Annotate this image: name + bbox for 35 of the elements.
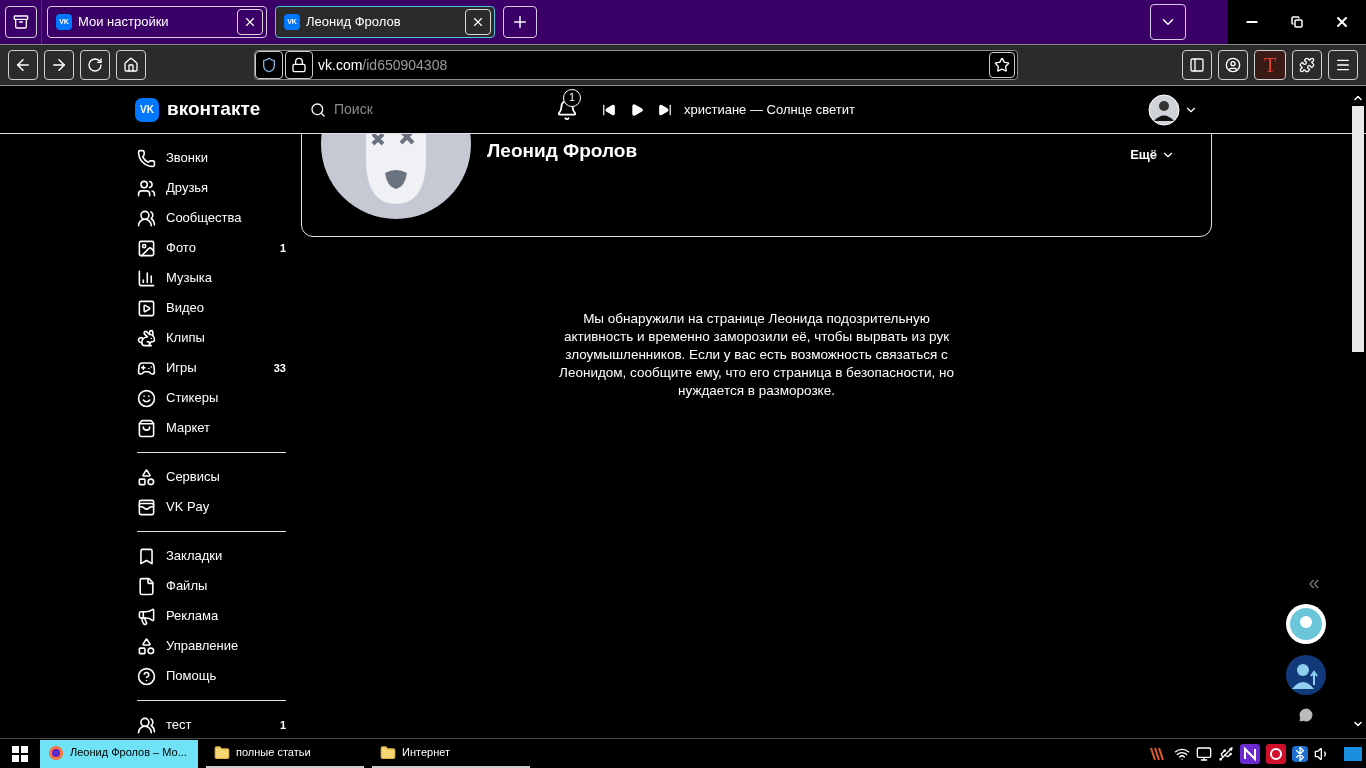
sidebar-item[interactable]: Стикеры	[135, 383, 286, 413]
vk-logo[interactable]: VK	[135, 97, 159, 122]
sidebar-item[interactable]: Игры 33	[135, 353, 286, 383]
taskbar-button[interactable]: Леонид Фролов – Мо...	[40, 739, 198, 768]
now-playing-text[interactable]: христиане — Солнце светит	[684, 99, 856, 120]
sidebar-item[interactable]: Друзья	[135, 173, 286, 203]
sidebar-item[interactable]: Закладки	[135, 541, 286, 571]
url-text: vk.com/id650904308	[318, 55, 449, 75]
sidebar-item[interactable]: Звонки	[135, 143, 286, 173]
sidebar-item[interactable]: Сообщества	[135, 203, 286, 233]
sidebar-item[interactable]: Реклама	[135, 601, 286, 631]
sidebar-item[interactable]: Управление	[135, 631, 286, 661]
search-field[interactable]: Поиск	[310, 99, 550, 120]
sidebar-item[interactable]: Видео	[135, 293, 286, 323]
sidebar-item[interactable]: Помощь	[135, 661, 286, 691]
more-button[interactable]: Ещё	[1130, 145, 1175, 165]
sidebar-item[interactable]: Файлы	[135, 571, 286, 601]
sidebar-item[interactable]: тест 1	[135, 710, 286, 738]
sidebar-item[interactable]: Фото 1	[135, 233, 286, 263]
address-bar[interactable]: vk.com/id650904308	[254, 50, 1018, 80]
sidebar-item[interactable]: Сервисы	[135, 462, 286, 492]
sidebar-item[interactable]: Музыка	[135, 263, 286, 293]
taskbar-button[interactable]: полные статьи	[206, 739, 364, 768]
sidebar-item[interactable]: VK Pay	[135, 492, 286, 522]
notification-badge: 1	[563, 88, 581, 107]
sidebar-item[interactable]: Клипы	[135, 323, 286, 353]
sidebar-item[interactable]: Маркет	[135, 413, 286, 443]
collapse-button[interactable]: «	[1308, 572, 1320, 592]
logo-text[interactable]: вконтакте	[167, 95, 261, 124]
extension-button[interactable]: T	[1254, 50, 1286, 80]
profile-name: Леонид Фролов	[487, 139, 638, 163]
tab-title: Мои настройки	[78, 13, 170, 32]
frozen-notice: Мы обнаружили на странице Леонида подозрительную активность и временно заморозили её, чтобы вырвать из рук злоумышленников. Если у вас есть возможность связаться с Леонидом, сообщите ему, что его страница в безопасности, но нуждается в разморозке.	[558, 310, 955, 400]
tab-title: Леонид Фролов	[306, 13, 402, 32]
taskbar-button[interactable]: Интернет	[372, 739, 530, 768]
